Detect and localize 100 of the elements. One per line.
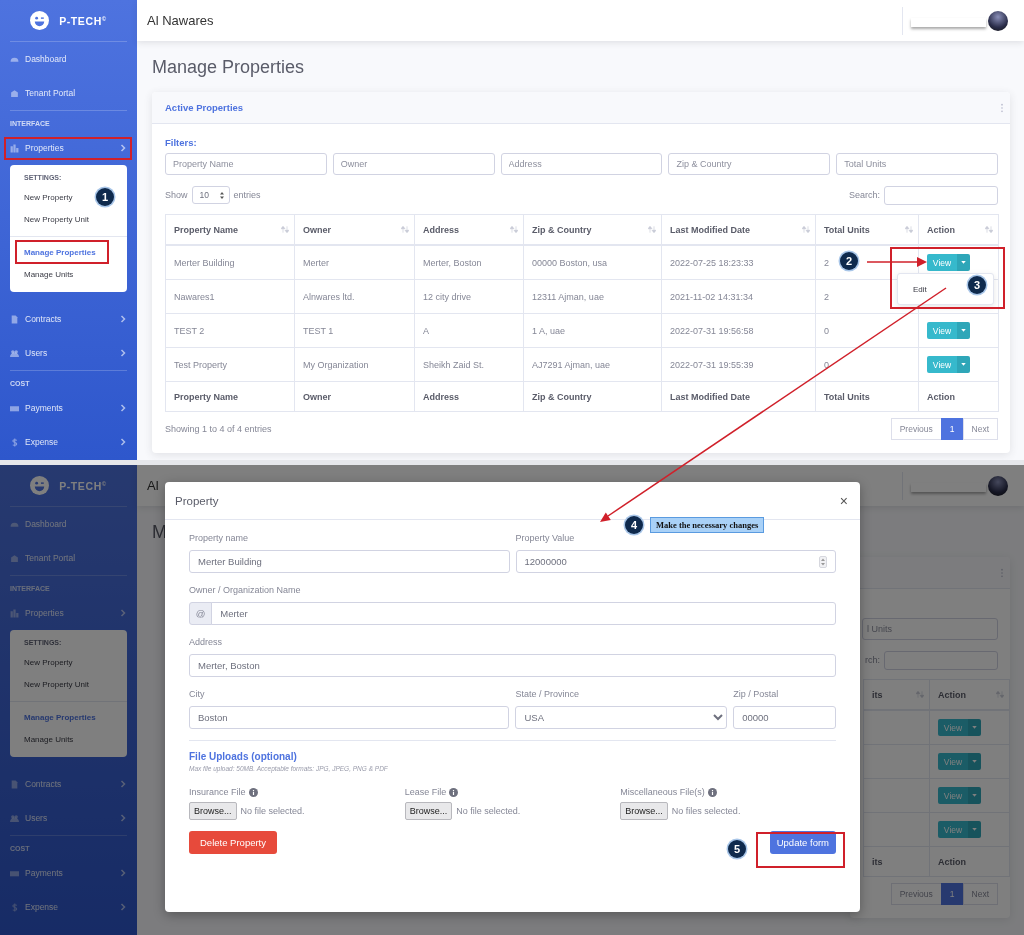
chevron-icon xyxy=(119,438,127,446)
table-cell: Test Property xyxy=(174,359,228,370)
modal-title: Property xyxy=(175,494,219,507)
view-button[interactable]: View xyxy=(927,254,957,271)
text-field[interactable]: Merter xyxy=(211,602,836,625)
filter-field[interactable]: Owner xyxy=(332,153,495,175)
table-cell: 0 xyxy=(824,325,829,336)
step-badge: 3 xyxy=(968,276,986,294)
delete-button[interactable]: Delete Property xyxy=(189,831,277,854)
nav-link[interactable]: Payments xyxy=(0,856,137,890)
dollar-icon xyxy=(10,437,19,447)
submenu-item[interactable]: Manage Units xyxy=(10,729,88,751)
column-header[interactable]: Last Modified Date xyxy=(670,224,750,235)
column-header[interactable]: Zip & Country xyxy=(532,224,592,235)
close-button[interactable]: × xyxy=(835,492,852,509)
submenu-item[interactable]: Manage Properties xyxy=(10,242,110,264)
sort-icon xyxy=(996,691,1004,698)
page-button[interactable]: 1 xyxy=(940,418,964,440)
table-cell: Alnwares ltd. xyxy=(303,291,355,302)
nav-link[interactable]: Contracts xyxy=(0,767,137,801)
money-icon xyxy=(10,403,19,413)
nav-link[interactable]: Expense xyxy=(0,890,137,924)
table-cell: 2 xyxy=(824,257,829,268)
search-field[interactable] xyxy=(884,185,998,205)
sort-icon xyxy=(281,226,289,233)
column-footer: its xyxy=(872,856,883,867)
text-field[interactable]: Merter, Boston xyxy=(189,654,836,677)
submenu-item[interactable]: Manage Units xyxy=(10,264,88,286)
column-header[interactable]: Owner xyxy=(303,224,331,235)
table-cell: TEST 2 xyxy=(174,325,205,336)
nav-link[interactable]: Users xyxy=(0,801,137,835)
nav-link[interactable]: Users xyxy=(0,336,137,370)
select-field[interactable]: USA xyxy=(515,706,728,729)
text-field[interactable]: 00000 xyxy=(733,706,836,729)
dropdown-toggle[interactable] xyxy=(968,719,981,736)
brand-name: P-TECH$^{©}$ xyxy=(59,479,107,492)
browse-button[interactable]: Browse... xyxy=(189,802,237,820)
nav-link[interactable]: Dashboard xyxy=(0,42,137,76)
step-badge: 4 xyxy=(625,516,643,534)
table-cell: A xyxy=(423,325,429,336)
submenu-item[interactable]: New Property Unit xyxy=(10,674,103,696)
nav-link[interactable]: Properties xyxy=(0,596,137,630)
annotation-note: Make the necessary changes xyxy=(650,517,765,533)
column-header[interactable]: Total Units xyxy=(824,224,870,235)
column-footer: Address xyxy=(423,391,459,402)
nav-link[interactable]: Payments xyxy=(0,391,137,425)
filter-field[interactable]: Zip & Country xyxy=(668,153,831,175)
dropdown-toggle[interactable] xyxy=(968,821,981,838)
dropdown-toggle[interactable] xyxy=(957,356,970,373)
nav-link[interactable]: Contracts xyxy=(0,302,137,336)
text-field[interactable]: Boston xyxy=(189,706,510,729)
info-icon xyxy=(449,787,459,797)
field-label: Lease File xyxy=(404,787,447,797)
dropdown-toggle[interactable] xyxy=(957,322,970,339)
column-header[interactable]: Address xyxy=(423,224,459,235)
column-footer: Action xyxy=(938,856,966,867)
nav-link[interactable]: Tenant Portal xyxy=(0,541,137,575)
view-button[interactable]: View xyxy=(927,322,957,339)
browse-button[interactable]: Browse... xyxy=(620,802,668,820)
spinner-icon[interactable] xyxy=(819,555,827,568)
page-button[interactable]: Next xyxy=(962,883,998,905)
nav-link[interactable]: Expense xyxy=(0,425,137,459)
page-button[interactable]: 1 xyxy=(940,883,964,905)
table-cell: Nawares1 xyxy=(174,291,215,302)
sort-icon xyxy=(802,226,810,233)
column-header[interactable]: Action xyxy=(927,224,955,235)
dropdown-toggle[interactable] xyxy=(968,753,981,770)
filter-field[interactable]: Total Units xyxy=(836,153,998,175)
column-header[interactable]: Action xyxy=(938,689,966,700)
column-footer: Property Name xyxy=(174,391,239,402)
filter-field[interactable]: Address xyxy=(500,153,663,175)
submenu-item[interactable]: New Property xyxy=(10,652,87,674)
step-badge: 5 xyxy=(728,840,746,858)
submenu-item[interactable]: New Property Unit xyxy=(10,209,103,231)
table-cell: 0 xyxy=(824,359,829,370)
column-header[interactable]: its xyxy=(872,689,883,700)
column-footer: Action xyxy=(927,391,955,402)
view-button[interactable]: View xyxy=(927,356,957,373)
text-field[interactable]: Merter Building xyxy=(189,550,510,573)
menu-item[interactable]: Edit xyxy=(898,284,942,294)
input-prefix: @ xyxy=(189,602,213,625)
field-label: City xyxy=(189,688,205,700)
dropdown-toggle[interactable] xyxy=(957,254,970,271)
submenu-item[interactable]: New Property xyxy=(10,187,87,209)
nav-link[interactable]: Tenant Portal xyxy=(0,76,137,110)
nav-link[interactable]: Properties xyxy=(0,131,137,165)
dropdown-toggle[interactable] xyxy=(968,787,981,804)
column-header[interactable]: Property Name xyxy=(174,224,239,235)
number-field[interactable]: 12000000 xyxy=(515,550,836,573)
browse-button[interactable]: Browse... xyxy=(404,802,453,820)
page-button[interactable]: Next xyxy=(962,418,998,440)
filter-field[interactable]: Property Name xyxy=(165,153,327,175)
update-button[interactable]: Update form xyxy=(769,831,836,854)
page-size-select[interactable]: 10 xyxy=(191,186,230,204)
submenu-item[interactable]: Manage Properties xyxy=(10,707,110,729)
field-label: Property name xyxy=(189,532,249,544)
table-cell: Sheikh Zaid St. xyxy=(423,359,485,370)
page-button[interactable]: Previous xyxy=(890,418,942,440)
nav-link[interactable]: Dashboard xyxy=(0,507,137,541)
table-cell: Merter xyxy=(303,257,329,268)
